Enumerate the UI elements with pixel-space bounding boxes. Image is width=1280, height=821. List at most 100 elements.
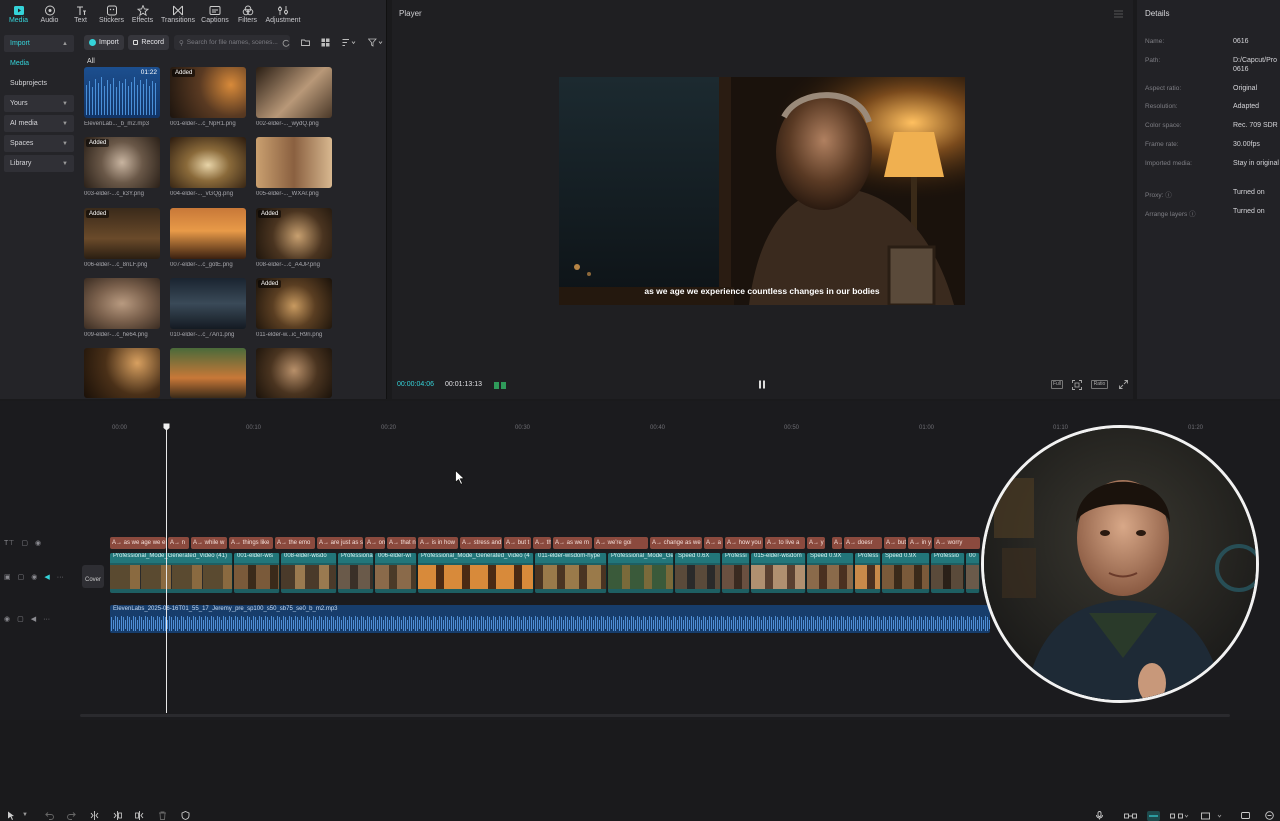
video-clip[interactable]: 011-elder-wisdom-hype xyxy=(535,553,607,593)
eye-icon[interactable]: ◉ xyxy=(35,539,41,547)
video-clip[interactable]: 006-elder-wi xyxy=(375,553,417,593)
video-clip[interactable]: Profess xyxy=(855,553,881,593)
import-button[interactable]: Import xyxy=(84,35,124,50)
media-item[interactable]: 002-elder-..._wydQ.png xyxy=(256,67,332,127)
nav-yours[interactable]: Yours ▼ xyxy=(4,95,74,112)
text-clip[interactable]: A→ how you xyxy=(725,537,763,549)
split-icon[interactable] xyxy=(90,811,99,820)
more-icon[interactable]: ··· xyxy=(57,574,64,581)
text-clip[interactable]: A→ the emo xyxy=(275,537,315,549)
text-clip[interactable]: A→ is in how xyxy=(418,537,458,549)
media-item[interactable]: 009-elder-...c_he64.png xyxy=(84,278,160,338)
refresh-icon[interactable] xyxy=(282,39,290,47)
tab-transitions[interactable]: Transitions xyxy=(158,0,198,28)
cover-button[interactable]: Cover xyxy=(82,565,104,588)
magnet-icon[interactable] xyxy=(1147,811,1160,821)
text-clip[interactable]: A→ but t xyxy=(504,537,531,549)
text-clip[interactable]: A→ as we m xyxy=(553,537,592,549)
text-clip[interactable]: A→ stress and xyxy=(460,537,502,549)
video-clip[interactable]: Speed 0.6X xyxy=(675,553,721,593)
text-clip[interactable]: A→ y xyxy=(807,537,825,549)
search-input[interactable]: ⚲ Search for file names, scenes... xyxy=(174,35,290,50)
video-clip[interactable]: Professional_Mode_Ge xyxy=(608,553,674,593)
lock-icon[interactable]: ▢ xyxy=(18,573,25,581)
media-item[interactable]: Added 001-elder-...c_NpR1.png xyxy=(170,67,246,127)
text-clip[interactable]: A→ we're goi xyxy=(594,537,648,549)
text-clip[interactable]: A→ are just as si xyxy=(317,537,363,549)
video-clip[interactable]: 015-elder-wisdom xyxy=(751,553,806,593)
video-clip[interactable]: 008-elder-wisdo xyxy=(281,553,337,593)
nav-library[interactable]: Library ▼ xyxy=(4,155,74,172)
full-button[interactable]: Full xyxy=(1051,380,1063,389)
media-item[interactable]: Added 003-elder-...c_k3Y.png xyxy=(84,137,160,197)
video-clip[interactable]: Speed 0.9X xyxy=(807,553,854,593)
text-clip[interactable]: A→ i xyxy=(832,537,842,549)
ratio-button[interactable]: Ratio xyxy=(1091,380,1108,389)
text-clip[interactable]: A→ as we age we e xyxy=(110,537,166,549)
tab-text[interactable]: Text xyxy=(65,0,96,28)
detail-value[interactable]: Turned on xyxy=(1233,189,1265,196)
playhead-line[interactable] xyxy=(166,428,167,713)
tab-media[interactable]: Media xyxy=(3,0,34,28)
audio-clip[interactable]: ElevenLabs_2025-06-16T01_55_17_Jeremy_pr… xyxy=(110,605,990,633)
nav-media[interactable]: Media xyxy=(4,55,74,72)
eye-icon[interactable]: ◉ xyxy=(31,573,37,581)
media-item[interactable]: Added 006-elder-...c_8nLF.png xyxy=(84,208,160,268)
tab-adjustment[interactable]: Adjustment xyxy=(263,0,303,28)
media-item[interactable]: 007-elder-...c_gotE.png xyxy=(170,208,246,268)
menu-icon[interactable] xyxy=(1114,10,1123,18)
text-clip[interactable]: A→ worry xyxy=(934,537,980,549)
split-right-icon[interactable] xyxy=(135,811,144,820)
nav-ai-media[interactable]: AI media ▼ xyxy=(4,115,74,132)
media-item[interactable] xyxy=(84,348,160,398)
video-preview[interactable] xyxy=(559,77,965,305)
grid-view-icon[interactable] xyxy=(321,38,330,47)
volume-icon[interactable]: ◀ xyxy=(31,615,36,623)
pause-icon[interactable] xyxy=(758,380,766,389)
media-item[interactable]: 01:22 ElevenLab..._b_m2.mp3 xyxy=(84,67,160,127)
undo-icon[interactable] xyxy=(45,811,54,820)
playhead-handle[interactable] xyxy=(163,423,170,431)
select-pointer-icon[interactable] xyxy=(7,811,16,820)
media-item[interactable] xyxy=(256,348,332,398)
video-clip[interactable]: Professional xyxy=(338,553,374,593)
nav-spaces[interactable]: Spaces ▼ xyxy=(4,135,74,152)
text-clip[interactable]: A→ things like xyxy=(229,537,273,549)
video-clip[interactable]: Professional_Mode_Generated_Video (4 xyxy=(418,553,534,593)
video-clip[interactable]: 00 xyxy=(966,553,980,593)
video-clip[interactable]: Speed 0.9X xyxy=(882,553,930,593)
split-left-icon[interactable] xyxy=(113,811,122,820)
timeline-scrollbar[interactable] xyxy=(80,714,1230,717)
text-clip[interactable]: A→ to live a xyxy=(765,537,805,549)
media-item[interactable]: Added 011-elder-w...ic_R9ri.png xyxy=(256,278,332,338)
tab-filters[interactable]: Filters xyxy=(232,0,263,28)
text-clip[interactable]: A→ n xyxy=(168,537,189,549)
tab-captions[interactable]: Captions xyxy=(198,0,232,28)
link-icon[interactable] xyxy=(1124,812,1137,820)
lock-icon[interactable]: ▢ xyxy=(17,615,24,623)
detail-value[interactable]: Turned on xyxy=(1233,208,1265,215)
tab-stickers[interactable]: Stickers xyxy=(96,0,127,28)
preview-axis-icon[interactable] xyxy=(1201,812,1223,820)
sort-icon[interactable] xyxy=(342,38,356,47)
text-clip[interactable]: A→ doesr xyxy=(844,537,882,549)
media-item[interactable] xyxy=(170,348,246,398)
tab-audio[interactable]: Audio xyxy=(34,0,65,28)
caption-toggle-icon[interactable] xyxy=(1241,811,1250,820)
more-icon[interactable]: ··· xyxy=(43,616,50,623)
text-clip[interactable]: A→ while w xyxy=(191,537,227,549)
filter-icon[interactable] xyxy=(368,38,383,47)
record-button[interactable]: Record xyxy=(128,35,169,50)
delete-icon[interactable] xyxy=(158,811,167,820)
video-clip[interactable]: Professio xyxy=(931,553,965,593)
tab-effects[interactable]: Effects xyxy=(127,0,158,28)
video-clip[interactable]: 001-elder-wis xyxy=(234,553,280,593)
media-item[interactable]: Added 008-elder-...c_A4JP.png xyxy=(256,208,332,268)
text-clip[interactable]: A→ in y xyxy=(908,537,932,549)
zoom-out-icon[interactable] xyxy=(1265,811,1274,820)
redo-icon[interactable] xyxy=(67,811,76,820)
fit-screen-icon[interactable] xyxy=(1072,380,1082,390)
text-clip[interactable]: A→ but xyxy=(884,537,906,549)
chevron-down-icon[interactable]: ▼ xyxy=(22,812,28,818)
text-clip[interactable]: A→ a xyxy=(704,537,723,549)
